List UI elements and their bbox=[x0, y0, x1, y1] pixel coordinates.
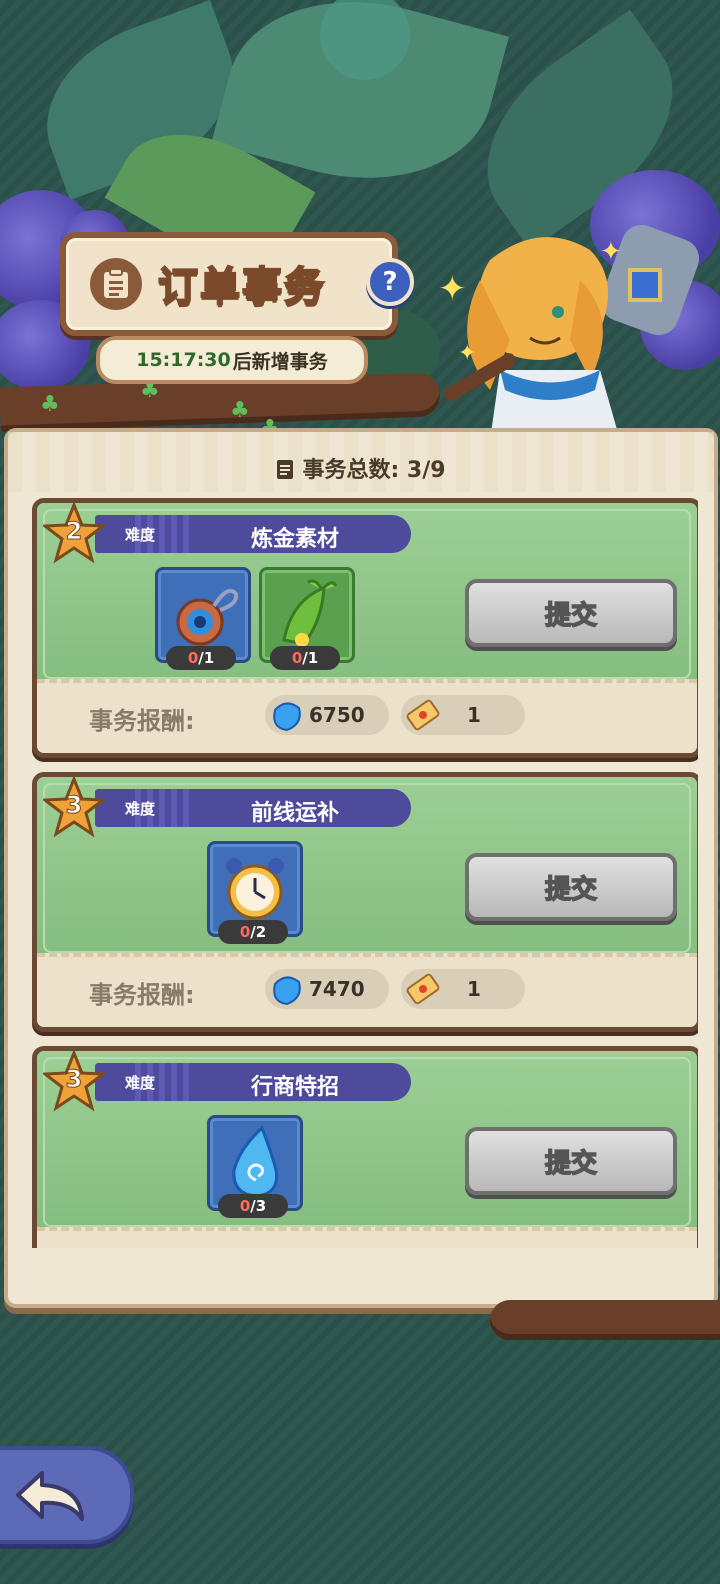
back-button[interactable] bbox=[0, 1446, 134, 1544]
reward-tickets: 1 bbox=[401, 969, 525, 1009]
svg-text:✦: ✦ bbox=[600, 237, 622, 267]
ticket-icon bbox=[405, 698, 441, 737]
difficulty-label: 难度 bbox=[125, 1074, 156, 1092]
submit-button[interactable]: 提交 bbox=[465, 579, 677, 647]
item-slot[interactable]: 0/1 bbox=[155, 567, 251, 670]
order-title: 行商特招 bbox=[250, 1075, 339, 1100]
submit-button[interactable]: 提交 bbox=[465, 1127, 677, 1195]
page-title: 订单事务 bbox=[157, 263, 326, 311]
order-card: 难度 前线运补 3 0/2 提交 事务报酬: 7470 1 bbox=[32, 772, 698, 1032]
gem-icon bbox=[269, 698, 303, 737]
item-slot[interactable]: 0/1 bbox=[259, 567, 355, 670]
difficulty-star-icon: 3 bbox=[40, 1051, 108, 1113]
reward-gems: 6750 bbox=[265, 695, 389, 735]
difficulty-star-icon: 3 bbox=[40, 777, 108, 839]
reward-label: 事务报酬: bbox=[89, 707, 195, 735]
back-arrow-icon bbox=[16, 1471, 84, 1521]
order-title-banner: 难度 行商特招 bbox=[95, 1063, 411, 1101]
order-total-label: 事务总数: 3/9 bbox=[302, 458, 446, 483]
title-sign: 订单事务 bbox=[60, 232, 398, 336]
item-progress: 0/3 bbox=[218, 1194, 288, 1218]
item-progress: 0/1 bbox=[166, 646, 236, 670]
timer-value: 15:17:30 bbox=[136, 349, 231, 371]
order-total: 事务总数: 3/9 bbox=[8, 452, 714, 486]
clipboard-icon bbox=[90, 258, 142, 310]
reward-tickets: 1 bbox=[401, 695, 525, 735]
clover-icon: ♣ bbox=[230, 398, 250, 423]
new-order-timer: 15:17:30 后新增事务 bbox=[96, 336, 368, 384]
help-button[interactable]: ? bbox=[366, 258, 414, 306]
item-progress: 0/2 bbox=[218, 920, 288, 944]
vine-branch bbox=[490, 1300, 720, 1340]
difficulty-label: 难度 bbox=[125, 800, 156, 818]
svg-text:✦: ✦ bbox=[438, 269, 467, 309]
order-title: 前线运补 bbox=[250, 801, 339, 826]
submit-button[interactable]: 提交 bbox=[465, 853, 677, 921]
order-title-banner: 难度 炼金素材 bbox=[95, 515, 411, 553]
reward-gems: 7470 bbox=[265, 969, 389, 1009]
difficulty-value: 3 bbox=[65, 791, 83, 820]
difficulty-star-icon: 2 bbox=[40, 503, 108, 565]
difficulty-value: 2 bbox=[65, 517, 83, 546]
order-title-banner: 难度 前线运补 bbox=[95, 789, 411, 827]
order-card: 难度 炼金素材 2 0/1 0/1 提交 事务报酬: 6750 1 bbox=[32, 498, 698, 758]
item-progress: 0/1 bbox=[270, 646, 340, 670]
clover-icon: ♣ bbox=[40, 392, 60, 417]
order-card: 难度 行商特招 3 0/3 提交 bbox=[32, 1046, 698, 1248]
timer-suffix: 后新增事务 bbox=[232, 350, 328, 373]
order-list[interactable]: 难度 炼金素材 2 0/1 0/1 提交 事务报酬: 6750 1 难度 前线运… bbox=[28, 498, 698, 1248]
document-icon bbox=[276, 458, 294, 486]
order-title: 炼金素材 bbox=[250, 527, 339, 552]
orders-panel: 事务总数: 3/9 难度 炼金素材 2 0/1 0/1 提交 事务报酬: 675… bbox=[4, 428, 718, 1308]
difficulty-label: 难度 bbox=[125, 526, 156, 544]
difficulty-value: 3 bbox=[65, 1065, 83, 1094]
svg-text:✦: ✦ bbox=[458, 341, 476, 366]
reward-label: 事务报酬: bbox=[89, 981, 195, 1009]
ticket-icon bbox=[405, 972, 441, 1011]
item-slot[interactable]: 0/2 bbox=[207, 841, 303, 944]
gem-icon bbox=[269, 972, 303, 1011]
character-portrait: ✦ ✦ ✦ bbox=[430, 220, 710, 440]
item-slot[interactable]: 0/3 bbox=[207, 1115, 303, 1218]
